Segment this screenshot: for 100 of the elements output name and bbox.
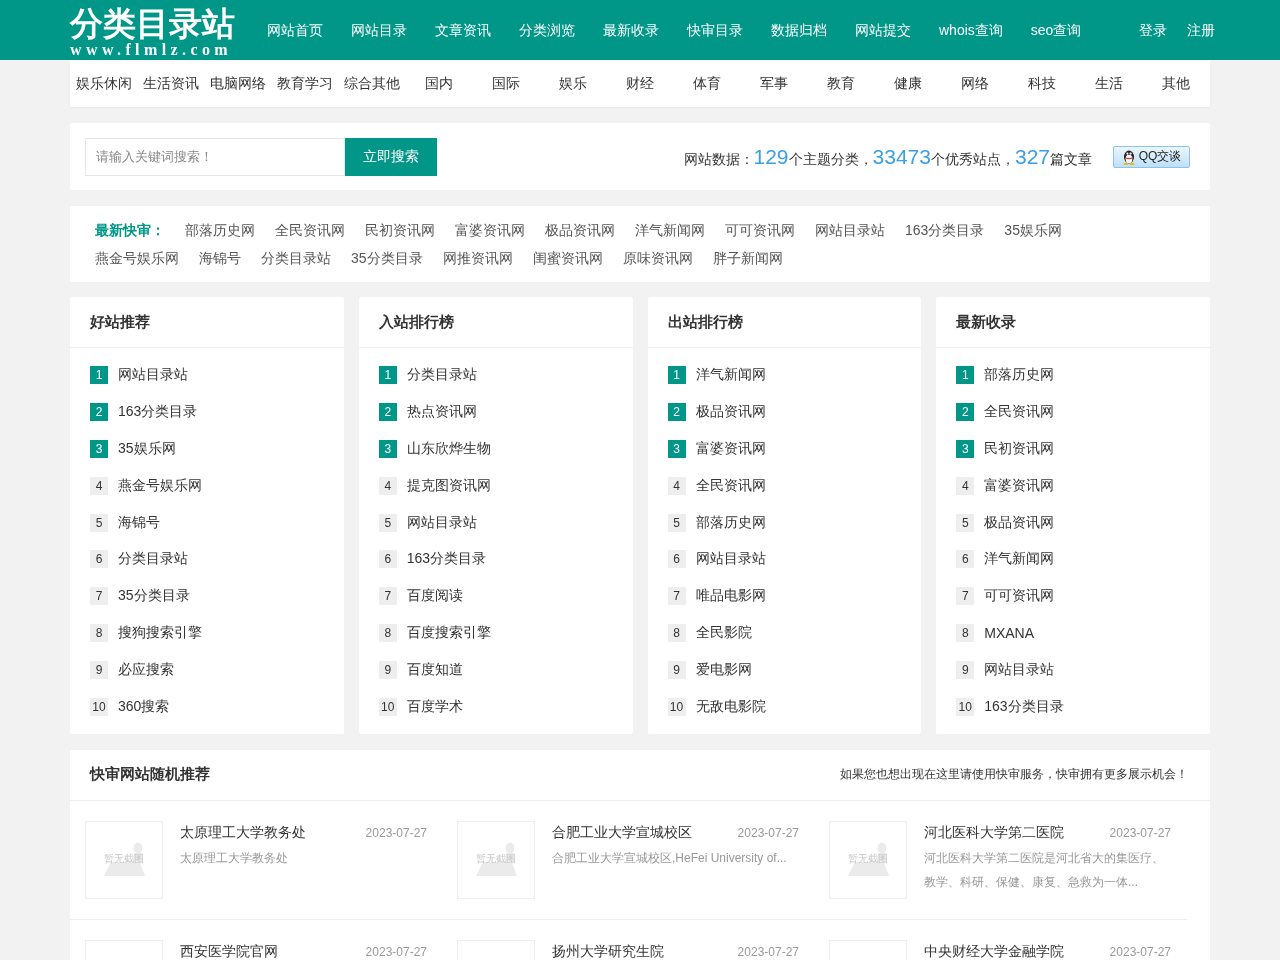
site-link[interactable]: 极品资讯网: [984, 513, 1055, 532]
site-link[interactable]: 网推资讯网: [442, 244, 513, 272]
site-link[interactable]: 网站目录站: [984, 660, 1055, 679]
site-link[interactable]: 洋气新闻网: [635, 216, 705, 244]
site-title-link[interactable]: 合肥工业大学宣城校区: [552, 823, 692, 842]
category-link[interactable]: 网络: [941, 60, 1008, 107]
site-link[interactable]: 燕金号娱乐网: [95, 244, 179, 272]
site-link[interactable]: MXANA: [984, 624, 1035, 641]
category-link[interactable]: 综合其他: [338, 60, 405, 107]
site-link[interactable]: 全民资讯网: [275, 216, 345, 244]
site-link[interactable]: 可可资讯网: [984, 587, 1055, 606]
category-link[interactable]: 其他: [1142, 60, 1209, 107]
site-link[interactable]: 唯品电影网: [695, 587, 766, 606]
site-link[interactable]: 热点资讯网: [406, 403, 477, 422]
site-link[interactable]: 网站目录站: [695, 550, 766, 569]
site-title-link[interactable]: 中央财经大学金融学院: [924, 942, 1064, 960]
category-link[interactable]: 健康: [874, 60, 941, 107]
nav-link[interactable]: 快审目录: [687, 20, 743, 40]
site-link[interactable]: 山东欣烨生物: [406, 440, 491, 458]
site-title-link[interactable]: 太原理工大学教务处: [180, 823, 306, 842]
site-link[interactable]: 百度知道: [406, 660, 463, 679]
site-link[interactable]: 海锦号: [118, 513, 160, 532]
site-title-link[interactable]: 扬州大学研究生院: [552, 942, 664, 960]
category-link[interactable]: 科技: [1008, 60, 1075, 107]
nav-link[interactable]: 网站目录: [351, 20, 407, 40]
site-link[interactable]: 网站目录站: [815, 216, 885, 244]
site-link[interactable]: 全民影院: [695, 623, 752, 642]
site-link[interactable]: 无敌电影院: [695, 697, 766, 716]
site-link[interactable]: 极品资讯网: [545, 216, 615, 244]
site-title-link[interactable]: 西安医学院官网: [180, 942, 278, 960]
site-link[interactable]: 提克图资讯网: [406, 476, 491, 495]
nav-link[interactable]: 网站首页: [267, 20, 323, 40]
category-link[interactable]: 娱乐: [539, 60, 606, 107]
site-link[interactable]: 网站目录站: [406, 513, 477, 532]
search-button[interactable]: 立即搜索: [345, 137, 437, 176]
site-link[interactable]: 部落历史网: [185, 216, 255, 244]
site-link[interactable]: 闺蜜资讯网: [532, 244, 603, 272]
category-link[interactable]: 生活: [1075, 60, 1142, 107]
site-link[interactable]: 163分类目录: [905, 216, 985, 244]
site-link[interactable]: 163分类目录: [984, 697, 1064, 716]
site-link[interactable]: 部落历史网: [984, 366, 1055, 385]
site-link[interactable]: 洋气新闻网: [695, 366, 766, 385]
account-link[interactable]: 注册: [1187, 20, 1215, 40]
category-link[interactable]: 娱乐休闲: [70, 60, 137, 107]
site-link[interactable]: 燕金号娱乐网: [118, 476, 202, 495]
site-link[interactable]: 百度学术: [406, 697, 463, 716]
site-link[interactable]: 必应搜索: [118, 660, 174, 679]
site-link[interactable]: 民初资讯网: [984, 440, 1055, 458]
site-link[interactable]: 民初资讯网: [365, 216, 435, 244]
site-link[interactable]: 搜狗搜索引擎: [118, 623, 202, 642]
category-link[interactable]: 生活资讯: [137, 60, 204, 107]
nav-link[interactable]: whois查询: [939, 20, 1003, 40]
site-link[interactable]: 网站目录站: [118, 366, 188, 385]
site-link[interactable]: 35娱乐网: [118, 440, 176, 458]
site-link[interactable]: 可可资讯网: [725, 216, 795, 244]
site-link[interactable]: 分类目录站: [118, 550, 188, 569]
nav-link[interactable]: 最新收录: [603, 20, 659, 40]
site-link[interactable]: 百度搜索引擎: [406, 623, 491, 642]
site-link[interactable]: 原味资讯网: [622, 244, 693, 272]
site-link[interactable]: 富婆资讯网: [455, 216, 525, 244]
site-link[interactable]: 富婆资讯网: [695, 440, 766, 458]
site-link[interactable]: 全民资讯网: [984, 403, 1055, 422]
category-link[interactable]: 体育: [673, 60, 740, 107]
category-link[interactable]: 国内: [405, 60, 472, 107]
nav-link[interactable]: seo查询: [1030, 20, 1082, 40]
site-link[interactable]: 163分类目录: [406, 550, 487, 569]
qq-chat-button[interactable]: QQ交谈: [1113, 145, 1190, 168]
category-link[interactable]: 国际: [472, 60, 539, 107]
site-link[interactable]: 35分类目录: [351, 244, 423, 272]
site-link[interactable]: 极品资讯网: [695, 403, 766, 422]
category-link[interactable]: 军事: [740, 60, 807, 107]
promo-note: 如果您也想出现在这里请使用快审服务，快审拥有更多展示机会！: [840, 766, 1188, 784]
category-link[interactable]: 教育: [807, 60, 874, 107]
nav-link[interactable]: 网站提交: [855, 20, 911, 40]
category-link[interactable]: 电脑网络: [204, 60, 271, 107]
site-link[interactable]: 爱电影网: [695, 660, 752, 679]
rank-badge: 4: [956, 476, 975, 495]
logo-title[interactable]: 分类目录站: [70, 5, 235, 42]
site-link[interactable]: 全民资讯网: [695, 476, 766, 495]
site-link[interactable]: 35分类目录: [118, 587, 190, 606]
site-link[interactable]: 百度阅读: [406, 587, 463, 606]
site-link[interactable]: 163分类目录: [118, 403, 198, 422]
account-link[interactable]: 登录: [1139, 20, 1167, 40]
site-link[interactable]: 胖子新闻网: [712, 244, 783, 272]
nav-link[interactable]: 文章资讯: [435, 20, 491, 40]
site-link[interactable]: 分类目录站: [261, 244, 331, 272]
site-link[interactable]: 360搜索: [118, 697, 170, 716]
site-link[interactable]: 海锦号: [199, 244, 241, 272]
nav-link[interactable]: 分类浏览: [519, 20, 575, 40]
site-title-link[interactable]: 河北医科大学第二医院: [924, 823, 1064, 842]
site-link[interactable]: 部落历史网: [695, 513, 766, 532]
site-link[interactable]: 洋气新闻网: [984, 550, 1055, 569]
site-link[interactable]: 富婆资讯网: [984, 476, 1055, 495]
nav-link[interactable]: 数据归档: [771, 20, 827, 40]
category-link[interactable]: 教育学习: [271, 60, 338, 107]
site-link[interactable]: 分类目录站: [406, 366, 477, 385]
search-field[interactable]: 请输入关键词搜索！: [85, 137, 345, 176]
site-link[interactable]: 35娱乐网: [1004, 216, 1062, 244]
rank-badge: 9: [378, 660, 397, 679]
category-link[interactable]: 财经: [606, 60, 673, 107]
